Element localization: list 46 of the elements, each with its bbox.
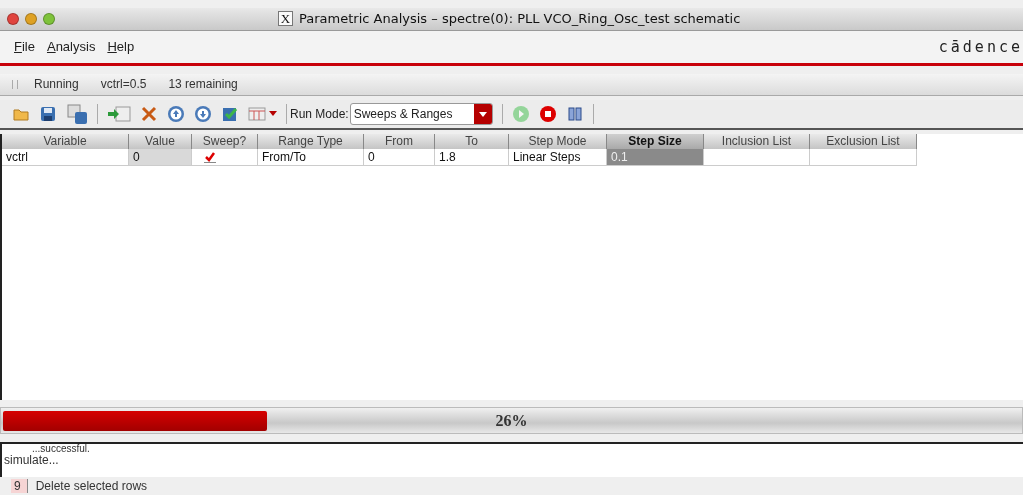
menu-item[interactable]: Help bbox=[107, 39, 135, 55]
column-header[interactable]: From bbox=[364, 134, 435, 150]
run-mode-label: Run Mode: bbox=[290, 107, 349, 122]
menu-item[interactable]: File bbox=[14, 39, 35, 55]
log-line: simulate... bbox=[4, 453, 60, 468]
caret-icon[interactable] bbox=[269, 111, 277, 118]
run-mode-select[interactable]: Sweeps & Ranges bbox=[349, 103, 494, 126]
checklist-icon[interactable] bbox=[221, 105, 239, 124]
minimize-button[interactable] bbox=[25, 12, 37, 25]
log-line: ...successful. bbox=[31, 444, 91, 454]
close-button[interactable] bbox=[7, 12, 19, 25]
stop-icon[interactable] bbox=[539, 105, 558, 124]
zoom-button[interactable] bbox=[43, 12, 55, 25]
sweep-point: vctrl=0.5 bbox=[100, 77, 147, 92]
grip-icon bbox=[12, 79, 18, 89]
save-as-icon[interactable] bbox=[66, 103, 88, 126]
table-cell: From/To bbox=[258, 149, 364, 167]
table-cell: 1.8 bbox=[435, 149, 509, 167]
add-row-icon[interactable] bbox=[107, 105, 131, 124]
delete-icon[interactable] bbox=[140, 105, 158, 124]
column-header[interactable]: Value bbox=[129, 134, 192, 150]
history-count: 9 bbox=[11, 479, 28, 494]
table-cell: 0.1 bbox=[607, 149, 704, 167]
logo: cādence bbox=[938, 37, 1023, 56]
remaining-count: 13 remaining bbox=[168, 77, 238, 92]
progress-percent: 26% bbox=[494, 411, 529, 430]
column-header[interactable]: Range Type bbox=[258, 134, 364, 150]
column-header[interactable]: Inclusion List bbox=[704, 134, 810, 150]
table-cell: Linear Steps bbox=[509, 149, 607, 167]
column-header[interactable]: Exclusion List bbox=[810, 134, 917, 150]
window-title: Parametric Analysis – spectre(0): PLL VCO_Ring_Osc_test schematic bbox=[299, 11, 741, 27]
caret-icon bbox=[479, 111, 488, 117]
column-header[interactable]: Sweep? bbox=[192, 134, 258, 150]
column-header[interactable]: Step Size bbox=[607, 134, 704, 150]
run-state: Running bbox=[34, 77, 79, 92]
column-header[interactable]: To bbox=[435, 134, 509, 150]
pause-icon[interactable] bbox=[566, 105, 585, 124]
column-header[interactable]: Variable bbox=[2, 134, 129, 150]
table-cell: 0 bbox=[129, 149, 192, 167]
table-cell: 0 bbox=[364, 149, 435, 167]
x11-badge: X bbox=[277, 11, 294, 27]
menu-item[interactable]: Analysis bbox=[46, 39, 96, 55]
save-icon[interactable] bbox=[39, 105, 57, 124]
column-header[interactable]: Step Mode bbox=[509, 134, 607, 150]
table-cell: vctrl bbox=[2, 149, 129, 167]
status-message: Delete selected rows bbox=[35, 479, 148, 494]
